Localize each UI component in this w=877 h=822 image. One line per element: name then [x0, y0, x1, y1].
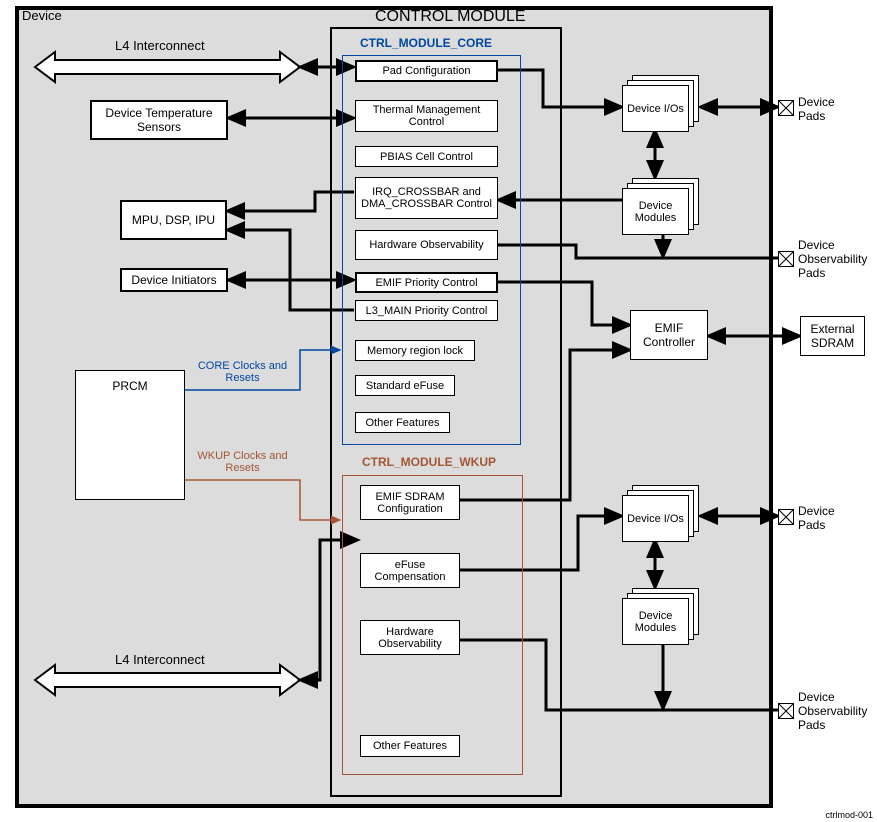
core-clocks-label: CORE Clocks and Resets [195, 360, 290, 384]
device-modules-stack-wkup: Device Modules [622, 588, 697, 643]
pad-symbol-icon [778, 509, 794, 525]
core-efuse: Standard eFuse [355, 375, 455, 396]
device-temp-sensors: Device Temperature Sensors [90, 100, 228, 140]
pad-symbol-icon [778, 703, 794, 719]
core-other: Other Features [355, 412, 450, 433]
obs-pads-label-top: Device Observability Pads [798, 238, 877, 280]
ctrl-module-core-title: CTRL_MODULE_CORE [360, 36, 492, 50]
device-pads-label-top: Device Pads [798, 95, 858, 123]
wkup-hwobs: Hardware Observability [360, 620, 460, 655]
core-emif-prio: EMIF Priority Control [355, 272, 498, 293]
core-memlock: Memory region lock [355, 340, 475, 361]
wkup-emif-sdram: EMIF SDRAM Configuration [360, 485, 460, 520]
diagram-canvas: Device CONTROL MODULE [0, 0, 877, 822]
core-crossbar: IRQ_CROSSBAR and DMA_CROSSBAR Control [355, 177, 498, 219]
device-modules-stack-top: Device Modules [622, 178, 697, 233]
core-pbias: PBIAS Cell Control [355, 146, 498, 167]
device-pads-label-wkup: Device Pads [798, 504, 858, 532]
pad-symbol-icon [778, 251, 794, 267]
external-sdram: External SDRAM [800, 316, 865, 356]
obs-pads-label-wkup: Device Observability Pads [798, 690, 877, 732]
ctrl-module-wkup-title: CTRL_MODULE_WKUP [362, 455, 496, 469]
core-hwobs: Hardware Observability [355, 230, 498, 260]
core-pad-config: Pad Configuration [355, 60, 498, 82]
figure-id: ctrlmod-001 [825, 810, 873, 820]
l4-interconnect-bottom-label: L4 Interconnect [115, 652, 205, 667]
core-l3-prio: L3_MAIN Priority Control [355, 300, 498, 321]
device-ios-stack-top: Device I/Os [622, 75, 697, 130]
l4-interconnect-top-label: L4 Interconnect [115, 38, 205, 53]
wkup-other: Other Features [360, 735, 460, 757]
device-ios-stack-wkup: Device I/Os [622, 485, 697, 540]
prcm: PRCM [75, 370, 185, 500]
emif-controller: EMIF Controller [630, 310, 708, 360]
core-thermal: Thermal Management Control [355, 100, 498, 132]
device-initiators: Device Initiators [120, 268, 228, 292]
wkup-clocks-label: WKUP Clocks and Resets [195, 450, 290, 474]
pad-symbol-icon [778, 100, 794, 116]
mpu-dsp-ipu: MPU, DSP, IPU [120, 200, 227, 240]
wkup-efuse-comp: eFuse Compensation [360, 553, 460, 588]
